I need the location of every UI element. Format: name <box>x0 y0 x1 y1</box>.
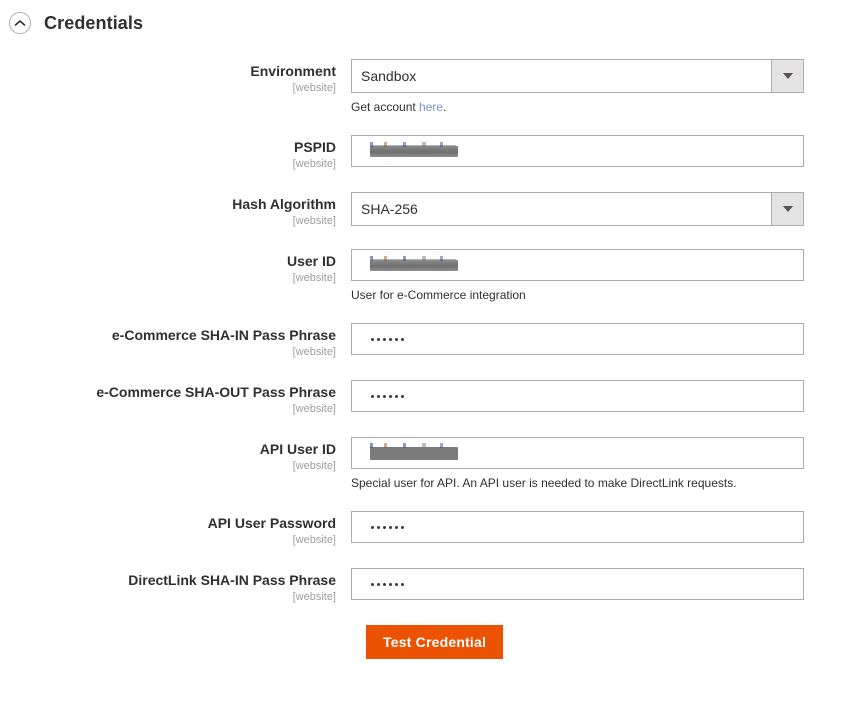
control-api-user-id: Special user for API. An API user is nee… <box>351 437 804 491</box>
field-label: User ID <box>286 253 336 269</box>
directlink-sha-in-input[interactable] <box>351 568 804 600</box>
redaction-speckle <box>370 255 458 261</box>
environment-select-value: Sandbox <box>361 68 417 84</box>
redaction-speckle <box>370 442 458 448</box>
label-ecommerce-sha-out: e-Commerce SHA-OUT Pass Phrase [website] <box>0 380 351 417</box>
masked-value <box>361 381 794 411</box>
field-scope: [website] <box>292 346 336 358</box>
redacted-value <box>361 438 794 468</box>
field-scope: [website] <box>292 460 336 472</box>
field-scope: [website] <box>292 82 336 94</box>
field-row-api-user-id: API User ID [website] Special user for A… <box>0 437 864 491</box>
field-scope: [website] <box>292 272 336 284</box>
environment-note: Get account here. <box>351 99 804 115</box>
label-hash-algorithm: Hash Algorithm [website] <box>0 192 351 229</box>
control-pspid <box>351 135 804 167</box>
environment-select[interactable]: Sandbox <box>351 59 804 93</box>
field-label: e-Commerce SHA-IN Pass Phrase <box>111 327 336 343</box>
get-account-link[interactable]: here <box>419 100 443 114</box>
field-label: Hash Algorithm <box>232 196 336 212</box>
actions-row: Test Credential <box>0 625 864 659</box>
label-api-user-password: API User Password [website] <box>0 511 351 548</box>
user-id-input[interactable] <box>351 249 804 281</box>
redaction-bar <box>370 141 458 157</box>
field-scope: [website] <box>292 534 336 546</box>
field-row-pspid: PSPID [website] <box>0 135 864 172</box>
redaction-speckle <box>370 141 458 147</box>
pspid-input[interactable] <box>351 135 804 167</box>
field-label: PSPID <box>293 139 336 155</box>
test-credential-button[interactable]: Test Credential <box>366 625 504 659</box>
chevron-down-icon[interactable] <box>771 60 803 92</box>
control-hash-algorithm: SHA-256 <box>351 192 804 226</box>
label-api-user-id: API User ID [website] <box>0 437 351 474</box>
control-api-user-password <box>351 511 804 543</box>
ecommerce-sha-in-input[interactable] <box>351 323 804 355</box>
field-scope: [website] <box>292 403 336 415</box>
chevron-up-circle-icon[interactable] <box>9 12 31 34</box>
field-row-ecommerce-sha-in: e-Commerce SHA-IN Pass Phrase [website] <box>0 323 864 360</box>
redaction-bar <box>370 442 458 460</box>
field-scope: [website] <box>292 215 336 227</box>
api-user-id-input[interactable] <box>351 437 804 469</box>
redacted-value <box>361 250 794 280</box>
api-user-id-note: Special user for API. An API user is nee… <box>351 476 737 490</box>
field-label: Environment <box>250 63 336 79</box>
environment-note-prefix: Get account <box>351 100 420 114</box>
field-row-hash-algorithm: Hash Algorithm [website] SHA-256 <box>0 192 864 229</box>
field-scope: [website] <box>292 591 336 603</box>
redacted-value <box>361 136 794 166</box>
label-ecommerce-sha-in: e-Commerce SHA-IN Pass Phrase [website] <box>0 323 351 360</box>
control-ecommerce-sha-in <box>351 323 804 355</box>
field-row-directlink-sha-in: DirectLink SHA-IN Pass Phrase [website] <box>0 568 864 605</box>
field-label: e-Commerce SHA-OUT Pass Phrase <box>96 384 336 400</box>
control-user-id: User for e-Commerce integration <box>351 249 804 303</box>
masked-value <box>361 569 794 599</box>
user-id-note: User for e-Commerce integration <box>351 288 526 302</box>
label-pspid: PSPID [website] <box>0 135 351 172</box>
masked-value <box>361 324 794 354</box>
credentials-form: Environment [website] Sandbox Get accoun… <box>0 46 864 659</box>
ecommerce-sha-out-input[interactable] <box>351 380 804 412</box>
credentials-section-header[interactable]: Credentials <box>0 0 864 46</box>
control-directlink-sha-in <box>351 568 804 600</box>
field-label: DirectLink SHA-IN Pass Phrase <box>128 572 336 588</box>
field-scope: [website] <box>292 158 336 170</box>
field-row-ecommerce-sha-out: e-Commerce SHA-OUT Pass Phrase [website] <box>0 380 864 417</box>
control-environment: Sandbox Get account here. <box>351 59 804 115</box>
masked-value <box>361 512 794 542</box>
field-row-user-id: User ID [website] User for e-Commerce in… <box>0 249 864 303</box>
field-label: API User Password <box>207 515 336 531</box>
control-ecommerce-sha-out <box>351 380 804 412</box>
redaction-bar <box>370 255 458 271</box>
field-row-api-user-password: API User Password [website] <box>0 511 864 548</box>
environment-note-suffix: . <box>443 100 447 114</box>
api-user-password-input[interactable] <box>351 511 804 543</box>
label-environment: Environment [website] <box>0 59 351 96</box>
field-row-environment: Environment [website] Sandbox Get accoun… <box>0 59 864 115</box>
label-user-id: User ID [website] <box>0 249 351 286</box>
label-directlink-sha-in: DirectLink SHA-IN Pass Phrase [website] <box>0 568 351 605</box>
hash-algorithm-select[interactable]: SHA-256 <box>351 192 804 226</box>
hash-algorithm-select-value: SHA-256 <box>361 201 418 217</box>
chevron-down-icon[interactable] <box>771 193 803 225</box>
page-title: Credentials <box>44 12 144 33</box>
field-label: API User ID <box>259 441 336 457</box>
